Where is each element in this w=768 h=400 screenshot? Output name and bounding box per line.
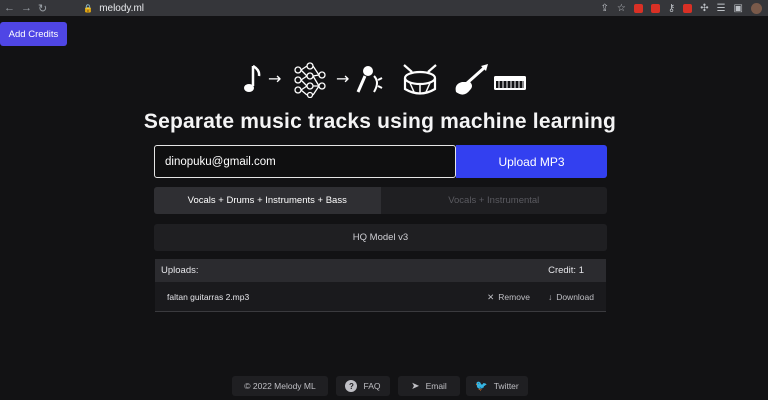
puzzle-icon[interactable]: ✣ <box>700 3 708 14</box>
option-vocals-drums-instruments-bass[interactable]: Vocals + Drums + Instruments + Bass <box>154 187 381 214</box>
star-icon[interactable]: ☆ <box>617 3 626 14</box>
reload-icon[interactable]: ↻ <box>38 2 47 15</box>
copyright-button[interactable]: © 2022 Melody ML <box>232 376 328 396</box>
footer: © 2022 Melody ML ? FAQ ➤ Email 🐦 Twitter <box>0 376 768 396</box>
arrow-icon: → <box>336 69 349 88</box>
uploads-title: Uploads: <box>161 265 199 276</box>
option-vocals-instrumental[interactable]: Vocals + Instrumental <box>381 187 608 214</box>
add-credits-button[interactable]: Add Credits <box>0 22 67 46</box>
extensions-bar: ⇪ ☆ ⚷ ✣ ☰ ▣ <box>601 0 762 16</box>
download-button[interactable]: ↓ Download <box>548 292 594 302</box>
extension-icon[interactable] <box>650 3 660 13</box>
back-icon[interactable]: ← <box>4 2 15 14</box>
close-icon: ✕ <box>487 291 495 302</box>
send-icon: ➤ <box>411 380 420 392</box>
download-label: Download <box>556 292 594 302</box>
credit-count: Credit: 1 <box>548 265 584 276</box>
music-note-icon <box>244 64 261 92</box>
email-label: Email <box>425 381 447 391</box>
browser-toolbar: ← → ↻ 🔒 melody.ml ⇪ ☆ ⚷ ✣ ☰ ▣ <box>0 0 768 16</box>
avatar[interactable] <box>751 2 762 14</box>
sidebar-icon[interactable]: ▣ <box>734 3 743 14</box>
forward-icon[interactable]: → <box>21 2 32 14</box>
extension-icon[interactable] <box>633 3 643 13</box>
uploads-header: Uploads: Credit: 1 <box>155 259 606 282</box>
drum-icon <box>403 64 437 95</box>
page-title: Separate music tracks using machine lear… <box>143 110 617 133</box>
lock-icon: 🔒 <box>83 3 94 13</box>
microphone-icon <box>356 66 383 93</box>
arrow-icon: → <box>268 69 281 88</box>
separation-toggle: Vocals + Drums + Instruments + Bass Voca… <box>154 187 607 214</box>
address-bar[interactable]: melody.ml <box>99 3 144 14</box>
share-icon[interactable]: ⇪ <box>601 3 609 14</box>
faq-label: FAQ <box>363 381 381 391</box>
email-button[interactable]: ➤ Email <box>398 376 460 396</box>
keyboard-icon <box>494 76 526 90</box>
menu-icon[interactable]: ☰ <box>717 3 726 14</box>
model-selector[interactable]: HQ Model v3 <box>154 224 607 251</box>
neural-network-icon <box>294 62 326 99</box>
extension-icon[interactable] <box>683 3 693 13</box>
file-name: faltan guitarras 2.mp3 <box>167 292 250 302</box>
email-field[interactable] <box>154 145 456 178</box>
upload-mp3-button[interactable]: Upload MP3 <box>456 145 607 178</box>
twitter-label: Twitter <box>493 381 519 391</box>
pipeline-svg: → → <box>244 62 526 99</box>
download-icon: ↓ <box>547 292 553 302</box>
uploads-panel: Uploads: Credit: 1 faltan guitarras 2.mp… <box>155 259 606 312</box>
faq-button[interactable]: ? FAQ <box>336 376 390 396</box>
list-item: faltan guitarras 2.mp3 ✕ Remove ↓ Downlo… <box>155 282 606 312</box>
question-icon: ? <box>345 380 358 392</box>
twitter-icon: 🐦 <box>475 380 488 392</box>
copyright-text: © 2022 Melody ML <box>244 381 316 391</box>
pipeline-icons: → → <box>240 62 530 99</box>
remove-button[interactable]: ✕ Remove <box>487 292 530 303</box>
remove-label: Remove <box>498 292 530 302</box>
browser-nav: ← → ↻ <box>0 2 47 15</box>
twitter-button[interactable]: 🐦 Twitter <box>466 376 528 396</box>
guitar-icon <box>455 64 488 95</box>
key-icon[interactable]: ⚷ <box>668 3 675 14</box>
